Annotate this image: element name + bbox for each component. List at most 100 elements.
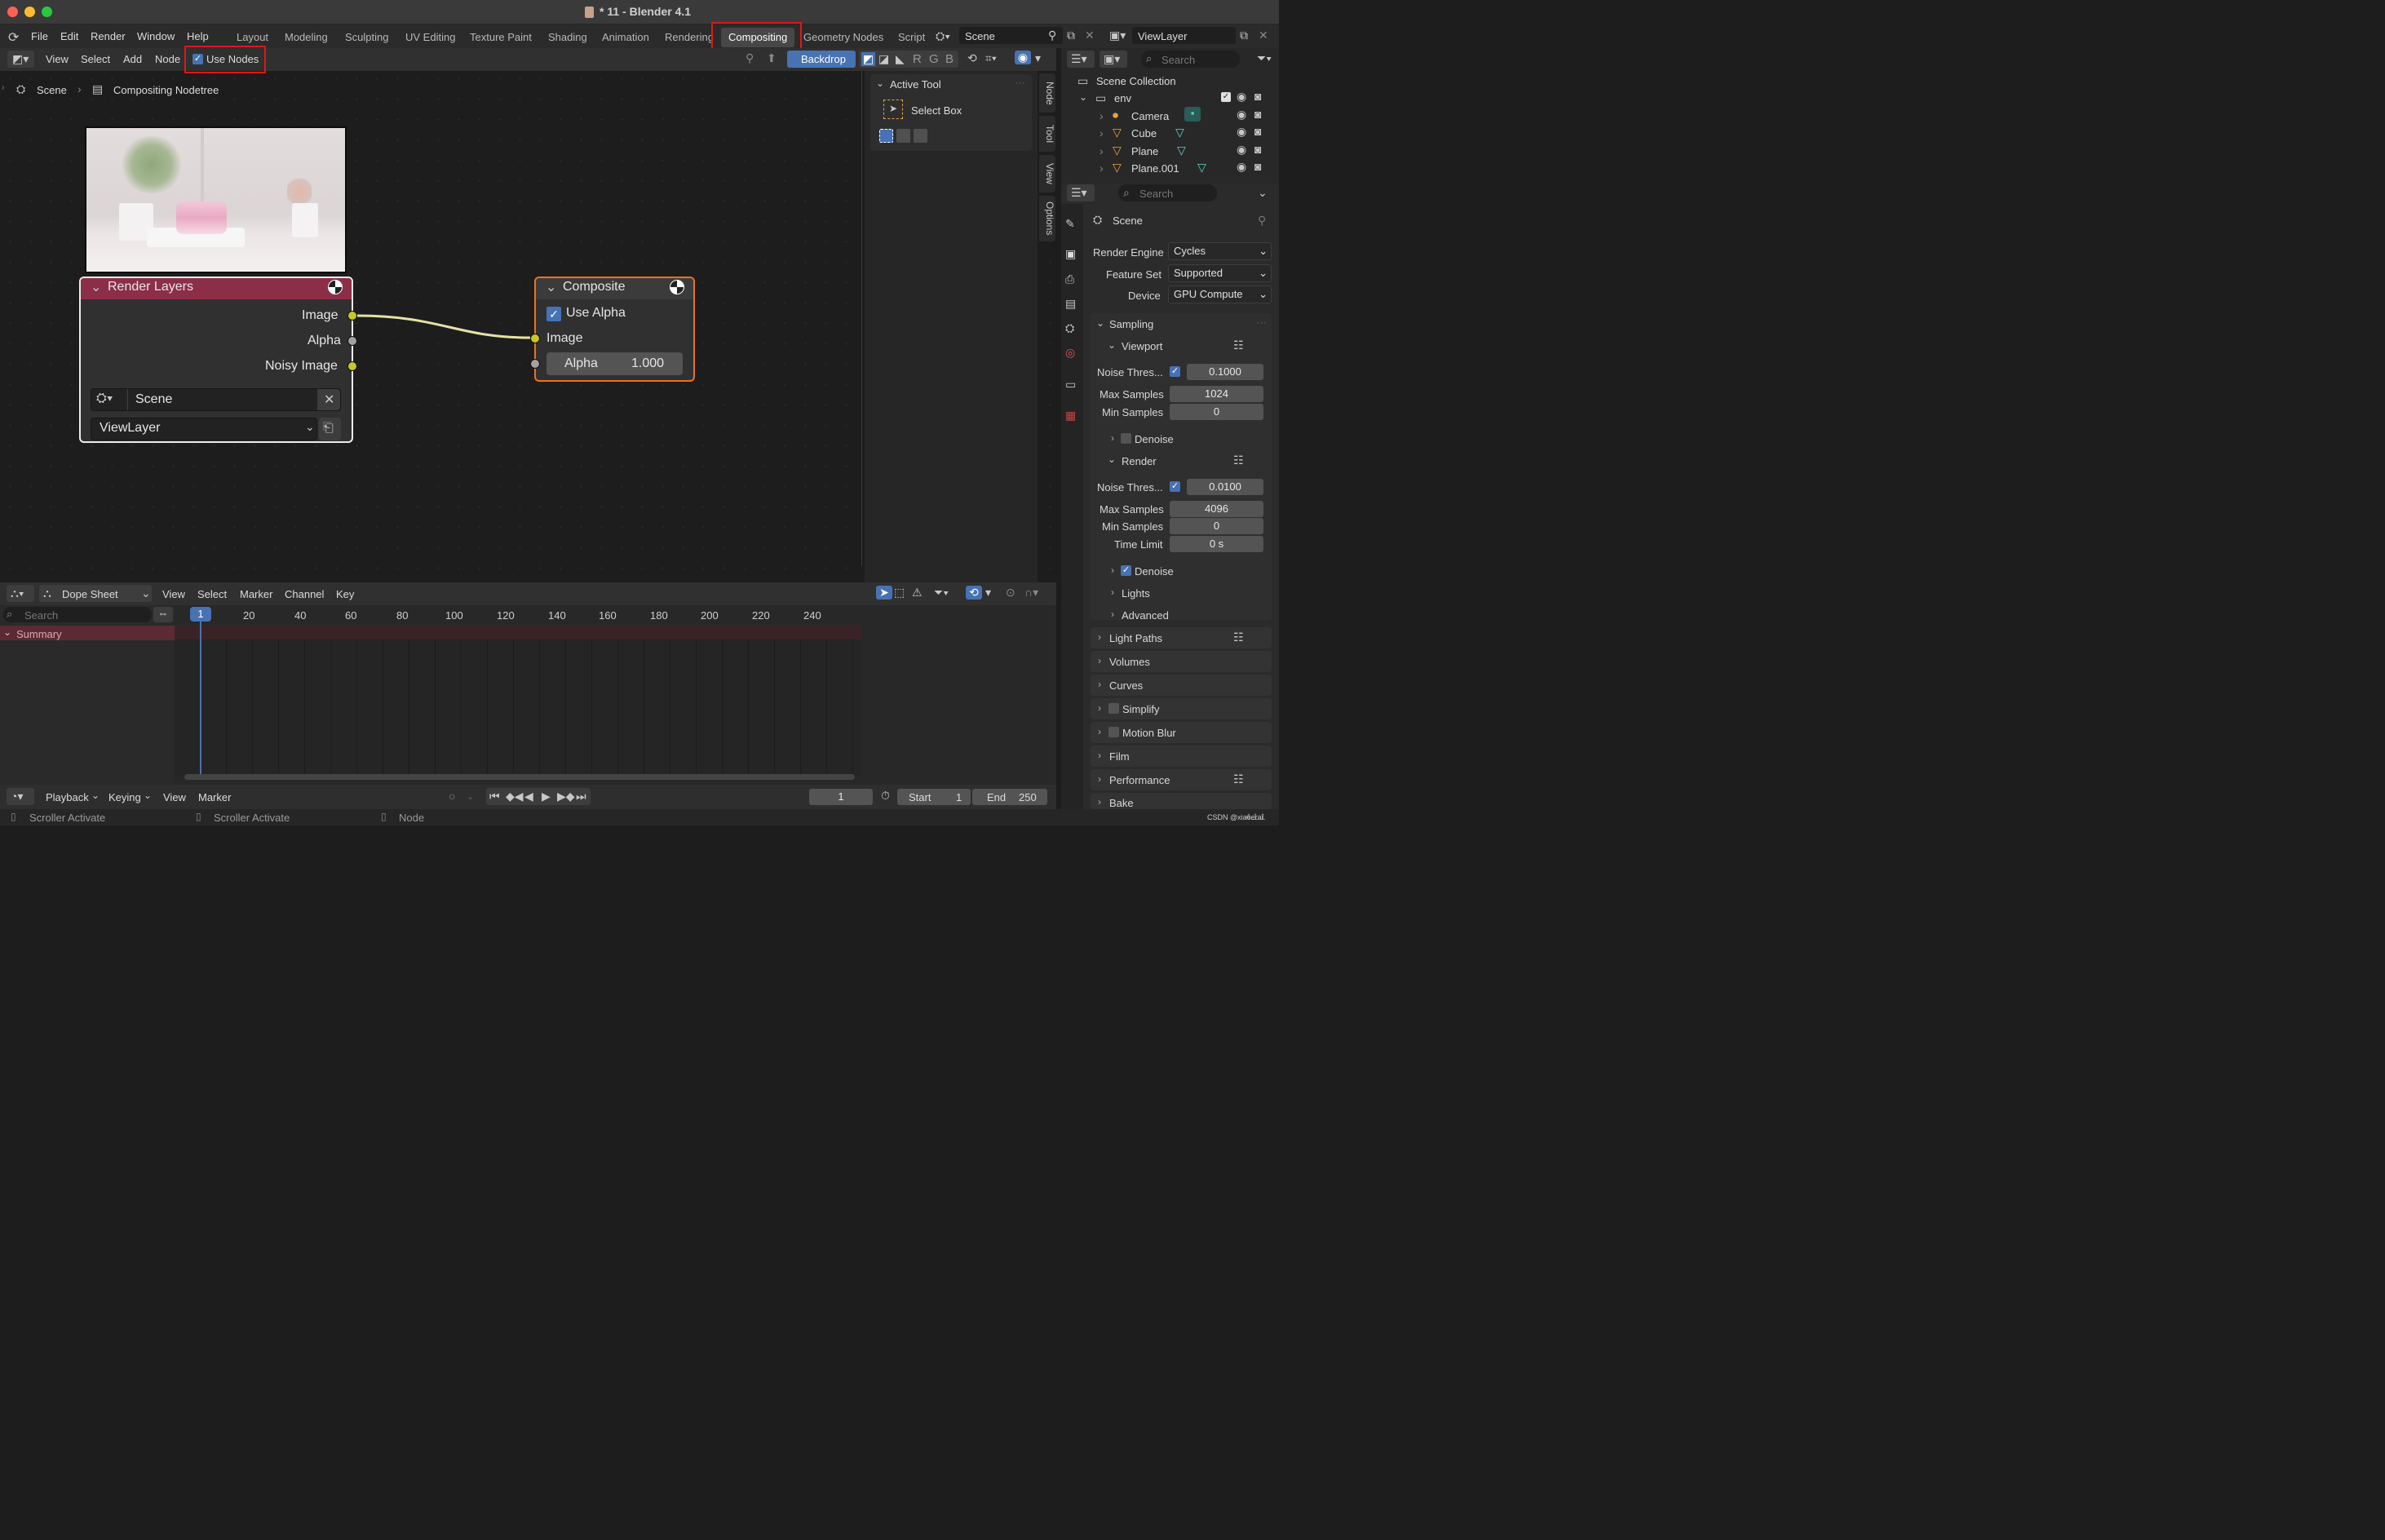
sampling-title[interactable]: Sampling — [1109, 318, 1153, 330]
viewport-presets-icon[interactable]: ☷ — [1233, 339, 1244, 352]
vp-min-field[interactable]: 0 — [1170, 404, 1263, 420]
playhead-line[interactable] — [200, 620, 201, 778]
env-expand-icon[interactable]: ⌄ — [1079, 91, 1087, 103]
use-alpha-checkbox[interactable]: ✓ — [546, 307, 561, 321]
next-keyframe-icon[interactable]: ▶◆ — [557, 790, 575, 803]
scene-tab-icon[interactable]: ⛭ — [1065, 321, 1074, 335]
plane001-expand-icon[interactable]: › — [1100, 162, 1104, 175]
camera-render-icon[interactable]: ◙ — [1254, 108, 1261, 121]
viewport-chevron-icon[interactable]: ⌄ — [1108, 339, 1116, 351]
outliner-env[interactable]: env — [1114, 92, 1131, 104]
feature-set-select[interactable]: Supported ⌄ — [1168, 264, 1272, 282]
dope-menu-select[interactable]: Select — [197, 588, 227, 600]
proportional-icon[interactable]: ⊙ — [1006, 586, 1016, 600]
vp-denoise-checkbox[interactable] — [1121, 433, 1131, 444]
r-denoise-checkbox[interactable]: ✓ — [1121, 565, 1131, 576]
image-input-socket[interactable] — [530, 334, 540, 343]
active-tool-chevron-icon[interactable]: ⌄ — [876, 77, 884, 89]
render-presets-icon[interactable]: ☷ — [1233, 454, 1244, 467]
tab-tool[interactable]: Tool — [1039, 116, 1055, 152]
dope-menu-view[interactable]: View — [162, 588, 185, 600]
horizontal-scrollbar[interactable] — [184, 774, 855, 780]
plane001-render-icon[interactable]: ◙ — [1254, 160, 1261, 173]
composite-collapse-icon[interactable]: ⌄ — [546, 279, 556, 295]
prev-keyframe-icon[interactable]: ◆◀ — [506, 790, 524, 803]
camera-visibility-icon[interactable]: ◉ — [1237, 108, 1246, 122]
play-reverse-icon[interactable]: ◀ — [524, 790, 533, 803]
lights-chevron-icon[interactable]: › — [1111, 586, 1114, 598]
properties-options-icon[interactable]: ⌄ — [1258, 186, 1268, 200]
env-exclude-checkbox[interactable]: ✓ — [1221, 92, 1231, 102]
select-extend-icon[interactable] — [896, 129, 910, 143]
plane-render-icon[interactable]: ◙ — [1254, 143, 1261, 156]
timeline-menu-playback[interactable]: Playback — [46, 791, 89, 803]
r-time-field[interactable]: 0 s — [1170, 536, 1263, 552]
texture-tab-icon[interactable]: ▦ — [1065, 409, 1076, 423]
play-icon[interactable]: ▶ — [542, 790, 551, 803]
dope-menu-key[interactable]: Key — [336, 588, 354, 600]
delete-scene-icon[interactable]: ✕ — [1085, 29, 1095, 42]
collection-tab-icon[interactable]: ▭ — [1065, 378, 1076, 392]
outliner-plane-001[interactable]: Plane.001 — [1131, 162, 1179, 175]
properties-pin-icon[interactable]: ⚲ — [1258, 214, 1266, 228]
env-render-icon[interactable]: ◙ — [1254, 90, 1261, 103]
alpha-input-socket[interactable] — [530, 359, 540, 369]
output-tab-icon[interactable]: ⎙ — [1065, 272, 1074, 286]
outliner-cube[interactable]: Cube — [1131, 127, 1157, 139]
auto-keying-dropdown-icon[interactable]: ⌄ — [467, 791, 474, 802]
vp-max-field[interactable]: 1024 — [1170, 386, 1263, 402]
new-viewlayer-icon[interactable]: ⧉ — [1240, 29, 1248, 42]
env-visibility-icon[interactable]: ◉ — [1237, 90, 1246, 104]
view-layer-tab-icon[interactable]: ▤ — [1065, 297, 1076, 311]
new-scene-icon[interactable]: ⧉ — [1067, 29, 1075, 42]
light-paths-presets-icon[interactable]: ☷ — [1233, 631, 1244, 644]
dope-filter-icon[interactable]: ⏷▾ — [934, 586, 949, 600]
preview-range-icon[interactable]: ⏱ — [881, 789, 890, 803]
outliner-camera[interactable]: Camera — [1131, 110, 1169, 122]
dope-menu-marker[interactable]: Marker — [240, 588, 272, 600]
tab-view[interactable]: View — [1039, 155, 1055, 192]
camera-expand-icon[interactable]: › — [1100, 109, 1104, 122]
tool-tab-icon[interactable]: ✎ — [1065, 217, 1075, 231]
render-tab-icon[interactable]: ▣ — [1065, 247, 1076, 261]
select-new-icon[interactable] — [879, 129, 893, 143]
plane-expand-icon[interactable]: › — [1100, 144, 1104, 157]
timeline-menu-marker[interactable]: Marker — [198, 791, 231, 803]
device-select[interactable]: GPU Compute ⌄ — [1168, 285, 1272, 303]
timeline-menu-keying[interactable]: Keying — [108, 791, 141, 803]
auto-keying-icon[interactable]: ○ — [449, 790, 455, 803]
viewlayer-icon[interactable]: ▣▾ — [1109, 29, 1126, 42]
plane001-visibility-icon[interactable]: ◉ — [1237, 160, 1246, 174]
sampling-chevron-icon[interactable]: ⌄ — [1096, 317, 1104, 329]
advanced-chevron-icon[interactable]: › — [1111, 608, 1114, 620]
delete-viewlayer-icon[interactable]: ✕ — [1259, 29, 1268, 42]
cube-render-icon[interactable]: ◙ — [1254, 125, 1261, 138]
falloff-icon[interactable]: ∩▾ — [1024, 586, 1038, 600]
keyframe-area[interactable] — [175, 639, 861, 777]
vp-noise-checkbox[interactable]: ✓ — [1170, 366, 1180, 377]
world-tab-icon[interactable]: ◎ — [1065, 346, 1075, 360]
composite-preview-icon[interactable] — [670, 280, 684, 294]
tab-options[interactable]: Options — [1039, 196, 1055, 241]
plane-visibility-icon[interactable]: ◉ — [1237, 143, 1246, 157]
dope-snap-dropdown-icon[interactable]: ▾ — [985, 586, 991, 600]
filter-icon[interactable]: ⏷▾ — [1257, 51, 1272, 65]
select-subtract-icon[interactable] — [914, 129, 927, 143]
render-engine-select[interactable]: Cycles ⌄ — [1168, 242, 1272, 260]
jump-end-icon[interactable]: ⏭ — [576, 790, 586, 803]
vp-denoise-chevron-icon[interactable]: › — [1111, 432, 1114, 444]
r-noise-checkbox[interactable]: ✓ — [1170, 481, 1180, 492]
r-max-field[interactable]: 4096 — [1170, 501, 1263, 517]
dope-menu-channel[interactable]: Channel — [285, 588, 324, 600]
simplify-checkbox[interactable] — [1108, 703, 1119, 714]
motion-blur-checkbox[interactable] — [1108, 727, 1119, 737]
render-subpanel-title[interactable]: Render — [1122, 455, 1157, 467]
image-link[interactable] — [356, 314, 531, 339]
jump-start-icon[interactable]: ⏮ — [489, 790, 500, 803]
sampling-drag-handle[interactable]: ⋯ — [1256, 316, 1267, 330]
tab-node[interactable]: Node — [1039, 73, 1055, 113]
only-selected-icon[interactable]: ➤ — [876, 586, 892, 600]
timeline-menu-view[interactable]: View — [163, 791, 186, 803]
drag-handle-icon[interactable]: ⋯ — [1015, 77, 1025, 90]
node-editor-scrollbar[interactable] — [861, 71, 862, 566]
